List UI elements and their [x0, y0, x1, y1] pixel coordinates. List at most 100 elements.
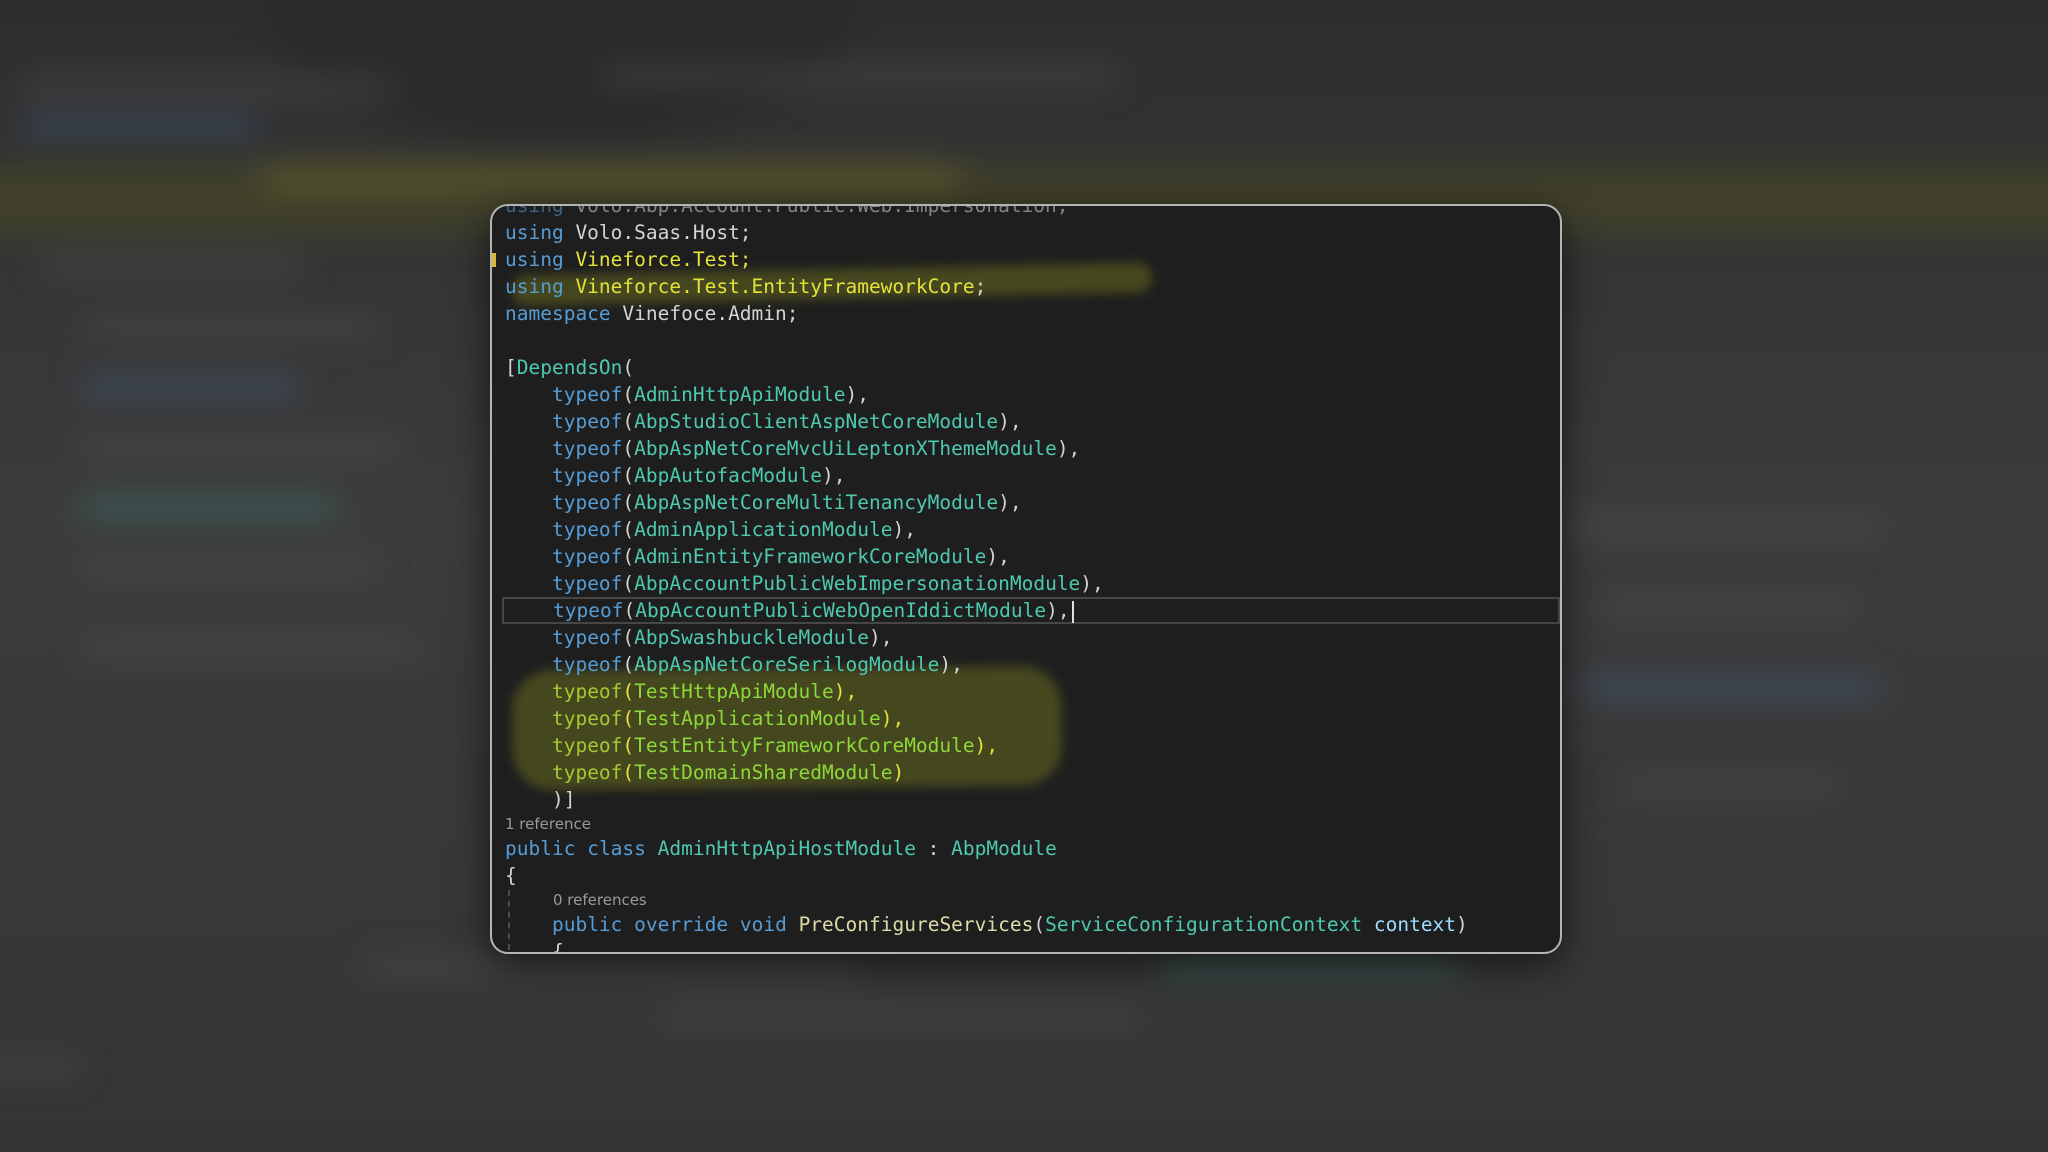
code-token: typeof — [551, 437, 623, 460]
code-line[interactable]: typeof(AbpAutofacModule), — [492, 462, 1560, 489]
code-token: ), — [1046, 599, 1070, 622]
code-line[interactable]: typeof(AdminHttpApiModule), — [492, 381, 1560, 408]
code-token: typeof — [553, 599, 624, 622]
code-line[interactable]: public override void PreConfigureService… — [492, 911, 1560, 938]
code-line[interactable]: typeof(TestEntityFrameworkCoreModule), — [492, 732, 1560, 759]
code-line[interactable]: using Vineforce.Test; — [492, 246, 1560, 273]
code-token: ), — [1056, 437, 1081, 460]
code-token: AbpAccountPublicWebImpersonationModule — [634, 572, 1081, 595]
code-line[interactable]: typeof(AbpAspNetCoreMultiTenancyModule), — [492, 489, 1560, 516]
code-token: : — [915, 837, 952, 860]
code-token: AdminApplicationModule — [634, 518, 893, 541]
code-token: ; — [974, 275, 987, 298]
code-token: Vinefoce.Admin; — [610, 302, 799, 325]
code-line[interactable]: typeof(AbpAspNetCoreMvcUiLeptonXThemeMod… — [492, 435, 1560, 462]
code-token: ), — [833, 680, 858, 703]
code-token: namespace — [505, 302, 611, 325]
code-token: PreConfigureServices — [798, 913, 1034, 936]
code-line[interactable]: typeof(AbpAspNetCoreSerilogModule), — [492, 651, 1560, 678]
code-line[interactable]: typeof(AdminEntityFrameworkCoreModule), — [492, 543, 1560, 570]
code-line[interactable]: typeof(AdminApplicationModule), — [492, 516, 1560, 543]
code-token: typeof — [551, 410, 623, 433]
code-token: AbpAutofacModule — [634, 464, 823, 487]
codelens-label[interactable]: 0 references — [553, 891, 647, 909]
code-token: AbpSwashbuckleModule — [634, 626, 869, 649]
code-line[interactable]: )] — [492, 786, 1560, 813]
code-token: ( — [622, 707, 635, 730]
code-token: ( — [622, 734, 635, 757]
codelens-label[interactable]: 1 reference — [505, 815, 591, 833]
code-line[interactable]: using Volo.Abp.Account.Public.Web.Impers… — [492, 204, 1560, 219]
code-token: Volo.Saas.Host; — [563, 221, 752, 244]
code-token: AbpAspNetCoreMvcUiLeptonXThemeModule — [634, 437, 1057, 460]
codelens-references[interactable]: 0 references — [492, 889, 1560, 911]
code-token: typeof — [551, 518, 623, 541]
code-token: ), — [880, 707, 905, 730]
code-line[interactable]: using Volo.Saas.Host; — [492, 219, 1560, 246]
code-token: typeof — [551, 707, 623, 730]
code-token: AdminHttpApiModule — [634, 383, 846, 406]
code-token: ( — [622, 383, 635, 406]
code-token: typeof — [551, 491, 623, 514]
code-token: ) — [892, 761, 905, 784]
code-token: AdminHttpApiHostModule — [657, 837, 916, 860]
code-line[interactable]: public class AdminHttpApiHostModule : Ab… — [492, 835, 1560, 862]
code-line[interactable]: typeof(TestApplicationModule), — [492, 705, 1560, 732]
code-line[interactable]: typeof(AbpAccountPublicWebImpersonationM… — [492, 570, 1560, 597]
code-token: ServiceConfigurationContext — [1045, 913, 1363, 936]
code-token: void — [739, 913, 787, 936]
code-token: ( — [622, 410, 635, 433]
code-token: ( — [622, 518, 635, 541]
code-line[interactable]: { — [492, 862, 1560, 889]
code-line[interactable]: typeof(AbpSwashbuckleModule), — [492, 624, 1560, 651]
code-token: ( — [622, 545, 635, 568]
code-token: using — [505, 221, 564, 244]
code-token: ( — [622, 437, 635, 460]
code-token: ), — [1080, 572, 1104, 595]
code-line-blank[interactable] — [492, 327, 1560, 354]
code-token: ), — [998, 410, 1022, 433]
code-token: Vineforce.Test; — [563, 248, 752, 271]
text-cursor — [1071, 600, 1074, 623]
code-line[interactable]: typeof(TestHttpApiModule), — [492, 678, 1560, 705]
code-token: typeof — [551, 383, 623, 406]
code-lines: using Volo.Abp.Account.Public.Web.Impers… — [492, 204, 1560, 952]
code-line[interactable]: namespace Vinefoce.Admin; — [492, 300, 1560, 327]
code-line[interactable]: using Vineforce.Test.EntityFrameworkCore… — [492, 273, 1560, 300]
code-line[interactable]: typeof(TestDomainSharedModule) — [492, 759, 1560, 786]
code-line[interactable]: { — [492, 938, 1560, 952]
code-token: ) — [1456, 913, 1468, 936]
code-token: typeof — [551, 572, 623, 595]
code-token: AbpAspNetCoreMultiTenancyModule — [634, 491, 999, 514]
code-token: ( — [622, 626, 635, 649]
code-token: class — [587, 837, 646, 860]
code-editor-window[interactable]: using Volo.Abp.Account.Public.Web.Impers… — [490, 204, 1562, 954]
code-token: override — [634, 913, 729, 936]
code-token: typeof — [551, 626, 623, 649]
code-token: ), — [868, 626, 893, 649]
code-token: ), — [845, 383, 869, 406]
code-token: ), — [998, 491, 1022, 514]
code-token: Volo.Abp.Account.Public.Web.Impersonatio… — [563, 204, 1069, 217]
code-line-current[interactable]: typeof(AbpAccountPublicWebOpenIddictModu… — [502, 597, 1560, 624]
codelens-references[interactable]: 1 reference — [492, 813, 1560, 835]
code-line[interactable]: [DependsOn( — [492, 354, 1560, 381]
code-line[interactable]: typeof(AbpStudioClientAspNetCoreModule), — [492, 408, 1560, 435]
